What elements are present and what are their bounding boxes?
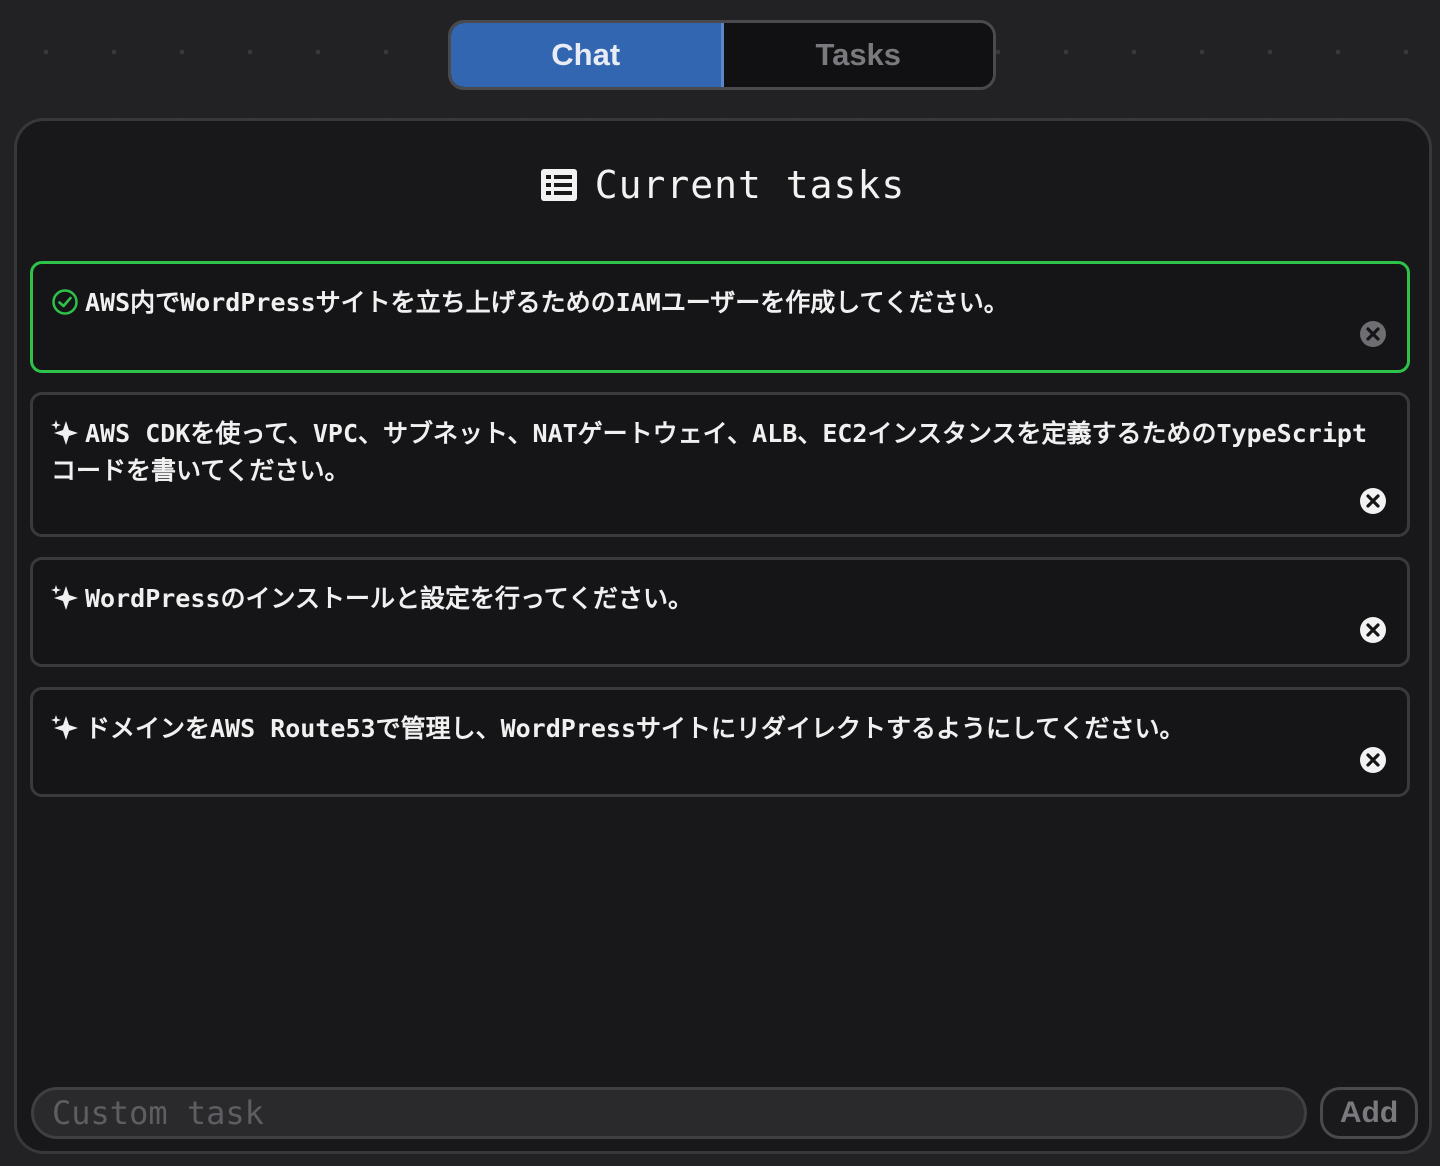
task-card-2: AWS CDKを使って、VPC、サブネット、NATゲートウェイ、ALB、EC2イ…	[30, 392, 1410, 537]
remove-task-icon[interactable]	[1359, 616, 1387, 644]
panel-header: Current tasks	[17, 163, 1429, 207]
task-row-2: AWS CDKを使って、VPC、サブネット、NATゲートウェイ、ALB、EC2イ…	[51, 415, 1383, 489]
remove-task-icon[interactable]	[1359, 320, 1387, 348]
task-text-4: ドメインをAWS Route53で管理し、WordPressサイトにリダイレクト…	[85, 714, 1185, 743]
view-tabs: Chat Tasks	[448, 20, 996, 90]
task-text-3: WordPressのインストールと設定を行ってください。	[85, 584, 693, 613]
task-row-1: AWS内でWordPressサイトを立ち上げるためのIAMユーザーを作成してくだ…	[51, 284, 1383, 321]
list-icon	[540, 169, 577, 201]
tab-tasks[interactable]: Tasks	[723, 23, 993, 87]
remove-task-icon[interactable]	[1359, 746, 1387, 774]
panel-title: Current tasks	[594, 163, 906, 207]
custom-task-input[interactable]	[31, 1087, 1307, 1139]
task-row-3: WordPressのインストールと設定を行ってください。	[51, 580, 1383, 617]
check-circle-icon	[52, 289, 78, 315]
tab-chat[interactable]: Chat	[451, 23, 724, 87]
sparkle-icon	[51, 420, 78, 445]
task-card-3: WordPressのインストールと設定を行ってください。	[30, 557, 1410, 667]
sparkle-icon	[51, 715, 78, 740]
tasks-panel: Current tasks AWS内でWordPressサイトを立ち上げるための…	[14, 118, 1432, 1154]
task-text-2: AWS CDKを使って、VPC、サブネット、NATゲートウェイ、ALB、EC2イ…	[51, 419, 1367, 485]
task-card-4: ドメインをAWS Route53で管理し、WordPressサイトにリダイレクト…	[30, 687, 1410, 797]
task-text-1: AWS内でWordPressサイトを立ち上げるためのIAMユーザーを作成してくだ…	[85, 288, 1009, 317]
sparkle-icon	[51, 585, 78, 610]
remove-task-icon[interactable]	[1359, 487, 1387, 515]
add-task-button[interactable]: Add	[1320, 1087, 1418, 1139]
task-card-1: AWS内でWordPressサイトを立ち上げるためのIAMユーザーを作成してくだ…	[30, 261, 1410, 373]
task-row-4: ドメインをAWS Route53で管理し、WordPressサイトにリダイレクト…	[51, 710, 1383, 747]
